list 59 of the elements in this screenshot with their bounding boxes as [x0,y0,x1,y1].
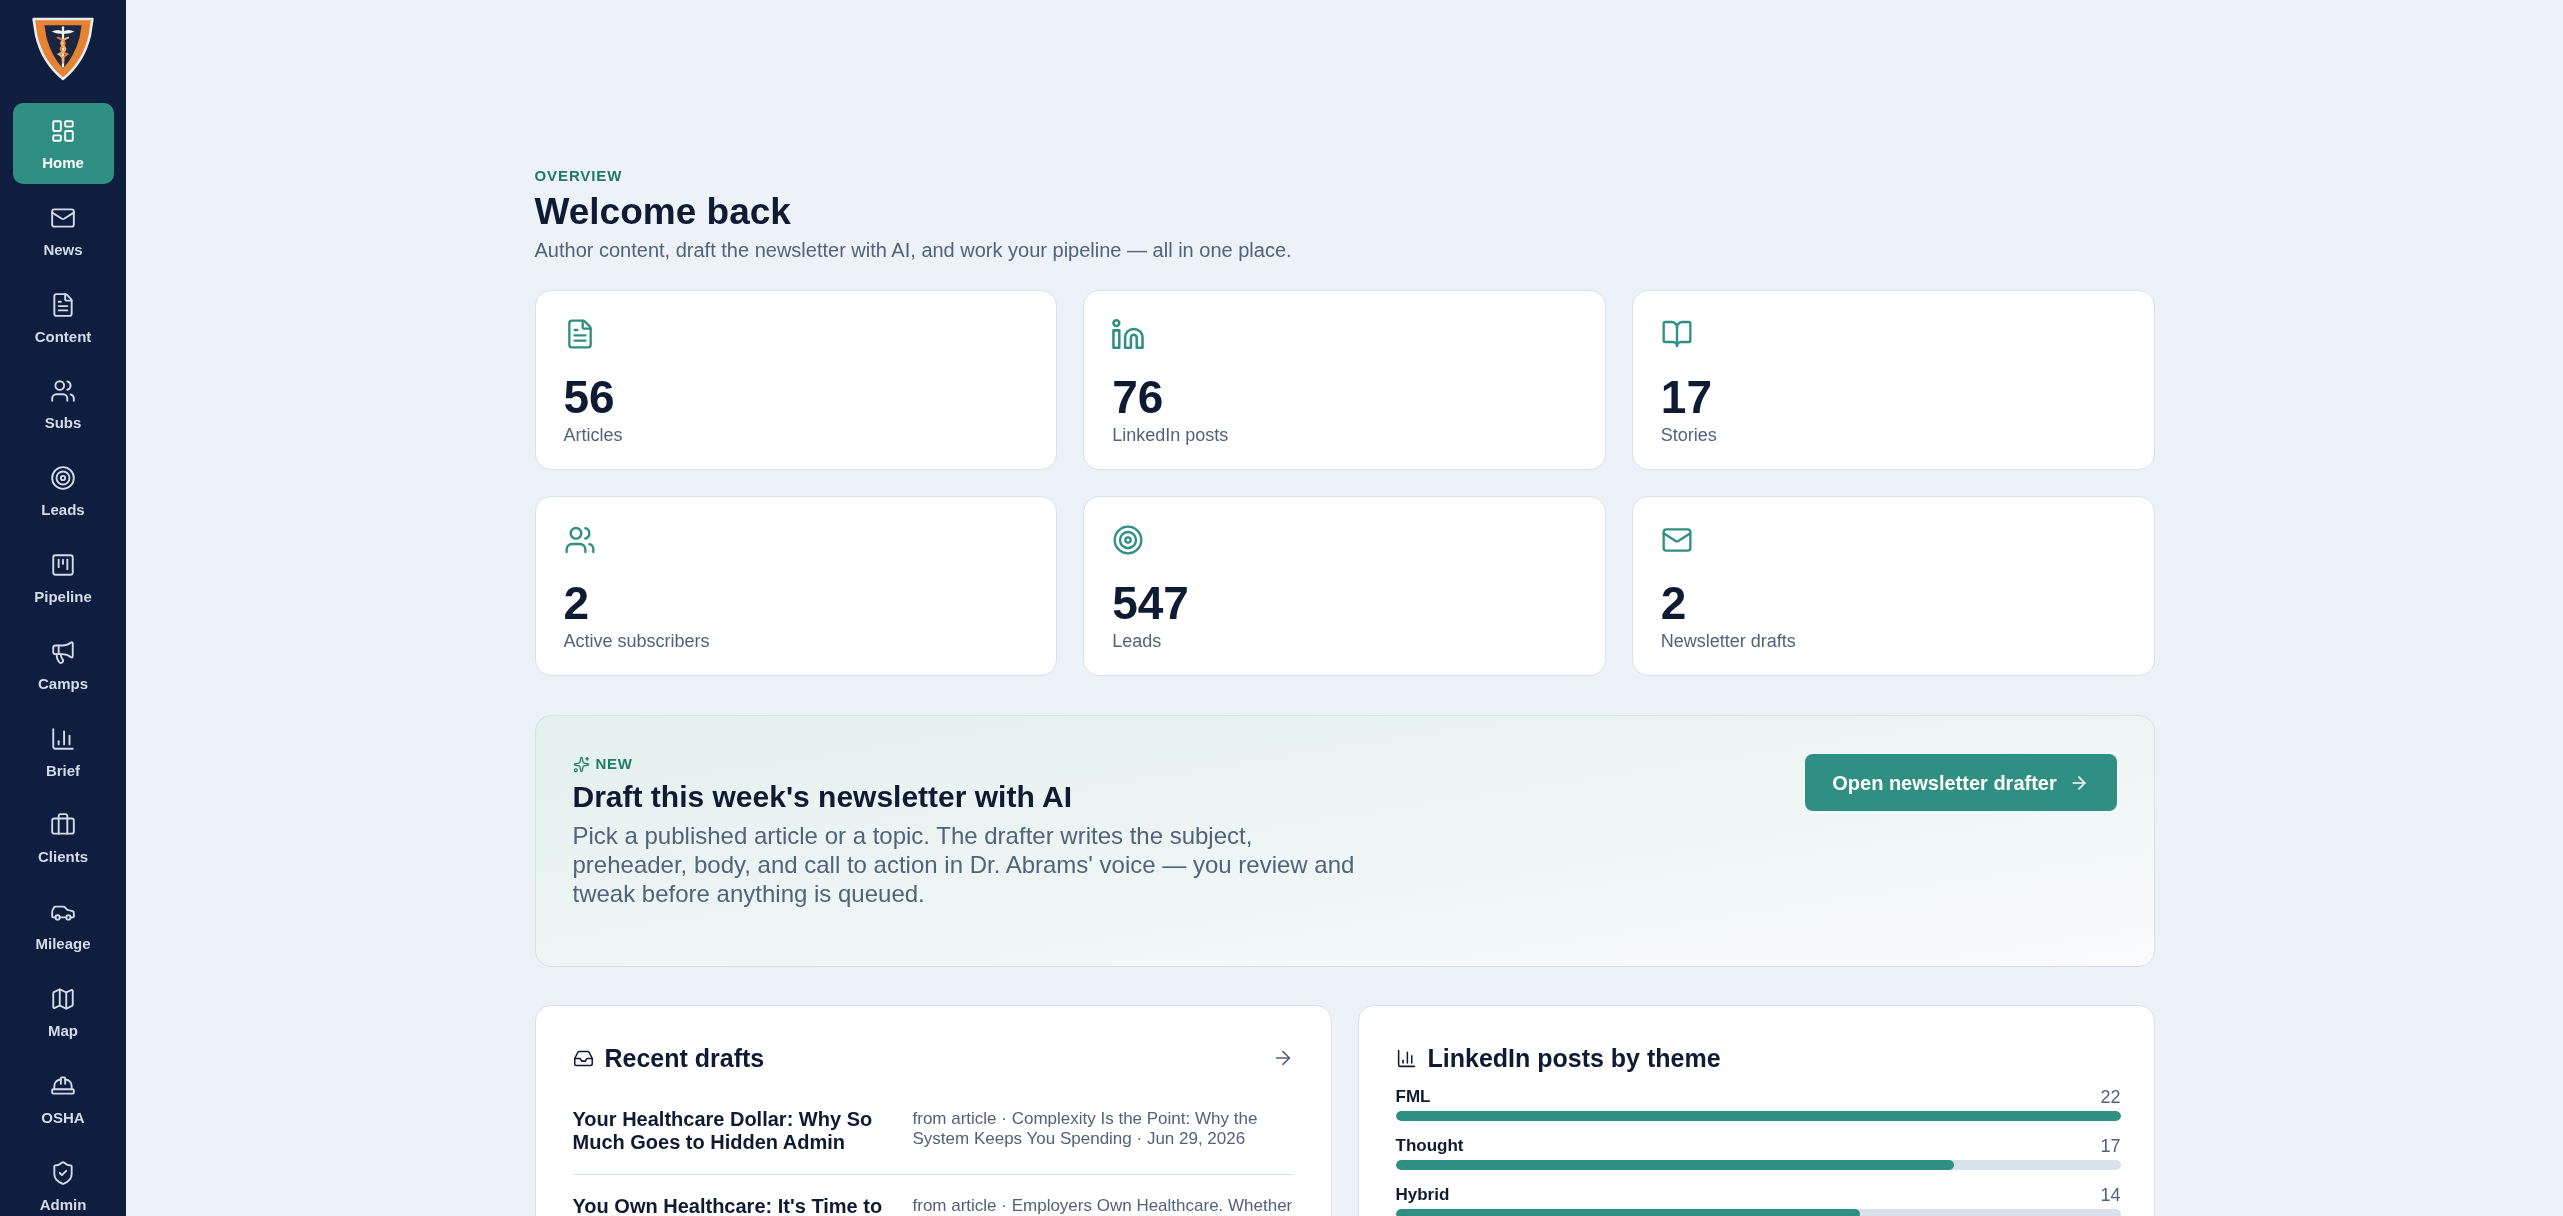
stat-label: Active subscribers [563,630,710,652]
eyebrow-label: OVERVIEW [534,166,624,186]
stat-value: 547 [1112,578,1189,628]
stat-value: 2 [1660,578,1687,628]
nav-item[interactable]: Camps [12,623,114,705]
stat-value: 76 [1112,372,1164,422]
nav-item[interactable]: Leads [12,450,114,532]
stat-value: 2 [563,578,590,628]
banner-title: Draft this week's newsletter with AI [572,779,1072,815]
stat-value: 56 [563,372,615,422]
page-title: Welcome back [534,190,792,234]
new-label: NEW [595,754,633,774]
page-subtitle: Author content, draft the newsletter with AI, and work your pipeline — all in one place. [534,238,1293,262]
nav-item[interactable]: Content [12,276,114,358]
stat-value: 17 [1660,372,1712,422]
target-icon [50,465,76,492]
dashboard-icon [50,118,76,144]
panel-title: Recent drafts [604,1043,765,1073]
panel-title: LinkedIn posts by theme [1427,1043,1721,1073]
nav-item[interactable]: Admin [12,1144,114,1216]
sparkles-icon [572,755,590,773]
document-icon [50,291,76,318]
theme-count: 22 [2100,1086,2121,1108]
draft-title[interactable]: Your Healthcare Dollar: Why So Much Goes to Hidden Admin [572,1108,889,1154]
banner-description: Pick a published article or a topic. The drafter writes the subject, preheader, body, and call to action in Dr. Abrams' voice — you review and tweak before anything is queued. [572,821,1356,908]
open-book-icon [1660,318,1693,350]
stat-label: LinkedIn posts [1112,424,1229,446]
nav-item[interactable]: Map [12,970,114,1052]
target-icon [1112,524,1145,556]
theme-count: 17 [2100,1135,2121,1157]
bar-chart-icon [50,725,76,752]
stat-label: Newsletter drafts [1660,630,1796,652]
users-icon [50,378,76,405]
nav-item[interactable]: News [12,189,114,271]
nav-item[interactable]: Clients [12,797,114,879]
theme-label: Hybrid [1395,1184,1450,1206]
draft-title[interactable]: You Own Healthcare: It's Time to [572,1195,889,1216]
stat-label: Articles [563,424,623,446]
kanban-board-icon [50,552,76,578]
nav-item[interactable]: Pipeline [12,537,114,618]
stat-label: Leads [1112,630,1162,652]
nav-item[interactable]: Brief [12,710,114,792]
theme-label: Thought [1395,1135,1464,1157]
nav-item[interactable]: Mileage [12,884,114,966]
shield-check-icon [50,1159,76,1186]
theme-label: FML [1395,1086,1431,1108]
linkedin-icon [1112,318,1145,350]
shield-emblem-icon [32,17,94,81]
nav-item[interactable]: Home [12,103,114,184]
users-icon [563,524,596,556]
draft-meta: from article · Complexity Is the Point: Why the System Keeps You Spending · Jun 29, 2026 [912,1108,1259,1150]
bar-chart-icon [1395,1047,1417,1069]
theme-count: 14 [2100,1184,2121,1206]
nav-item[interactable]: Subs [12,363,114,445]
stat-label: Stories [1660,424,1717,446]
megaphone-icon [50,638,76,665]
draft-meta: from article · Employers Own Healthcare. Whether [912,1195,1294,1216]
open-drafter-button[interactable]: Open newsletter drafter [1804,754,2117,811]
nav-item[interactable]: OSHA [12,1057,114,1139]
